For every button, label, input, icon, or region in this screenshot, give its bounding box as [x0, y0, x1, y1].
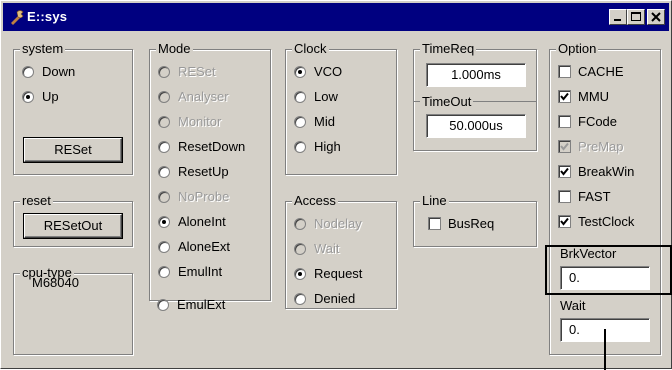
radio-label: EmulExt: [177, 297, 226, 312]
radio-circle: [158, 116, 170, 128]
cpu-type-group: cpu-type M68040: [13, 265, 133, 355]
reset-group: reset RESetOut: [13, 193, 133, 247]
maximize-icon: [631, 12, 641, 21]
timeout-divider: [414, 101, 420, 102]
checkbox-label: BreakWin: [578, 164, 635, 179]
checkmark-icon: [560, 92, 569, 101]
checkbox-label: CACHE: [578, 64, 624, 79]
timeout-label: TimeOut: [420, 94, 474, 110]
radio-circle: [22, 91, 34, 103]
radio-label: AloneInt: [178, 214, 226, 229]
line-group: Line BusReq: [413, 193, 537, 247]
reset-button[interactable]: RESet: [23, 137, 123, 163]
radio-label: Wait: [314, 241, 340, 256]
radio-label: Monitor: [178, 114, 222, 129]
checkmark-icon: [560, 217, 569, 226]
radio-circle: [294, 268, 306, 280]
checkbox-label: PreMap: [578, 139, 624, 154]
checkbox-label: FCode: [578, 114, 618, 129]
checkmark-icon: [560, 167, 569, 176]
radio-label: AloneExt: [178, 239, 231, 254]
system-group: system Down Up RESet: [13, 41, 133, 175]
radio-label: Analyser: [178, 89, 229, 104]
line-group-label: Line: [420, 193, 449, 209]
radio-label: ResetUp: [178, 164, 229, 179]
radio-label: Up: [42, 89, 59, 104]
radio-circle: [158, 266, 170, 278]
checkbox-box: [558, 90, 571, 103]
cpu-type-value: M68040: [32, 275, 79, 290]
radio-circle: [158, 66, 170, 78]
mode-group-label: Mode: [156, 41, 193, 57]
checkbox-box: [428, 217, 441, 230]
checkbox-box: [558, 190, 571, 203]
window-title: E::sys: [27, 9, 68, 24]
checkbox-label: MMU: [578, 89, 610, 104]
close-button[interactable]: [647, 9, 665, 25]
radio-circle: [158, 141, 170, 153]
title-bar[interactable]: E::sys: [3, 3, 669, 31]
radio-label: EmulInt: [178, 264, 223, 279]
radio-circle: [294, 141, 306, 153]
app-window: E::sys system Down Up RESet reset RESetO…: [0, 0, 672, 370]
radio-circle: [157, 299, 169, 311]
checkbox-box: [558, 165, 571, 178]
timeout-divider-right: [473, 101, 536, 102]
checkmark-icon: [560, 142, 569, 151]
radio-label: VCO: [314, 64, 343, 79]
radio-circle: [294, 91, 306, 103]
radio-label: Nodelay: [314, 216, 362, 231]
minimize-icon: [614, 19, 621, 21]
pointer-line: [604, 329, 606, 370]
radio-label: Low: [314, 89, 338, 104]
timereq-input[interactable]: 1.000ms: [426, 63, 526, 87]
radio-circle: [294, 116, 306, 128]
clock-group-label: Clock: [292, 41, 329, 57]
access-group: Access Nodelay Wait Request Denied: [285, 193, 397, 309]
access-group-label: Access: [292, 193, 338, 209]
option-group-label: Option: [556, 41, 599, 57]
highlight-box: [545, 245, 672, 295]
radio-circle: [158, 216, 170, 228]
timereq-label: TimeReq: [420, 41, 477, 57]
radio-circle: [158, 241, 170, 253]
app-icon: [11, 10, 24, 25]
reset-group-label: reset: [20, 193, 53, 209]
radio-circle: [158, 191, 170, 203]
maximize-button[interactable]: [627, 9, 645, 25]
clock-group: Clock VCO Low Mid High: [285, 41, 397, 175]
radio-label: Down: [42, 64, 76, 79]
checkbox-label: FAST: [578, 189, 611, 204]
timing-group: TimeReq 1.000ms TimeOut 50.000us: [413, 41, 537, 151]
radio-circle: [294, 66, 306, 78]
checkbox-label: BusReq: [448, 216, 495, 231]
radio-label: High: [314, 139, 341, 154]
radio-circle: [294, 293, 306, 305]
radio-circle: [158, 91, 170, 103]
wait-label: Wait: [558, 298, 588, 314]
timeout-input[interactable]: 50.000us: [426, 114, 526, 138]
checkbox-box: [558, 215, 571, 228]
radio-label: Request: [314, 266, 363, 281]
system-group-label: system: [20, 41, 66, 57]
reset-out-button[interactable]: RESetOut: [23, 213, 123, 239]
close-icon: [651, 12, 661, 22]
checkbox-label: TestClock: [578, 214, 635, 229]
option-group: Option CACHE MMU FCode PreMap BreakWin F…: [549, 41, 661, 355]
radio-label: NoProbe: [178, 189, 230, 204]
radio-label: ResetDown: [178, 139, 246, 154]
checkbox-box: [558, 65, 571, 78]
radio-circle: [22, 66, 34, 78]
radio-circle: [294, 218, 306, 230]
checkbox-box: [558, 140, 571, 153]
radio-circle: [158, 166, 170, 178]
radio-label: Mid: [314, 114, 335, 129]
radio-label: Denied: [314, 291, 356, 306]
minimize-button[interactable]: [609, 9, 627, 25]
radio-circle: [294, 243, 306, 255]
radio-label: RESet: [178, 64, 216, 79]
checkbox-box: [558, 115, 571, 128]
mode-group: Mode RESet Analyser Monitor ResetDown Re…: [149, 41, 271, 301]
